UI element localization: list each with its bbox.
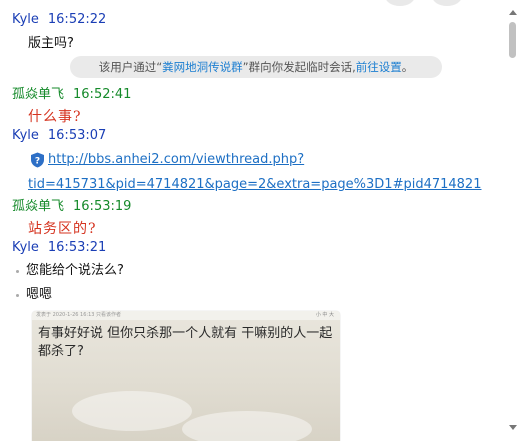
message-header: 孤焱单飞 16:53:19	[12, 199, 131, 215]
notice-settings-link[interactable]: 前往设置	[356, 60, 402, 74]
image-header-bar: 发表于 2020-1-26 16:13 只看该作者 小 中 大	[32, 311, 340, 320]
sender-name[interactable]: Kyle	[12, 128, 39, 143]
message-header: Kyle 16:53:07	[12, 128, 106, 144]
message-header: Kyle 16:52:22	[12, 12, 106, 28]
message-text: 站务区的?	[28, 221, 97, 237]
image-text: 有事好好说 但你只杀那一个人就有 干嘛别的人一起都杀了?	[38, 326, 333, 359]
message-header: Kyle 16:53:21	[12, 240, 106, 256]
shield-question-icon: ?	[31, 152, 44, 168]
message-text: 版主吗?	[28, 36, 74, 51]
image-header-size: 小 中 大	[315, 312, 334, 318]
window-control-button[interactable]	[432, 0, 462, 6]
message-time: 16:52:41	[73, 87, 132, 102]
message-time: 16:53:07	[47, 128, 107, 143]
bullet-dot	[16, 294, 19, 297]
image-cloud	[182, 411, 312, 441]
message-header: 孤焱单飞 16:52:41	[12, 87, 131, 103]
message-text: 什么事?	[28, 109, 82, 125]
sender-name[interactable]: 孤焱单飞	[12, 199, 64, 214]
svg-text:?: ?	[35, 157, 40, 167]
notice-middle: ”群向你发起临时会话,	[242, 60, 356, 74]
message-time: 16:52:22	[47, 12, 107, 27]
image-cloud	[72, 391, 192, 431]
message-link[interactable]: tid=415731&pid=4714821&page=2&extra=page…	[28, 176, 481, 194]
message-text: 嗯嗯	[26, 287, 53, 302]
notice-group-name[interactable]: 粪网地洞传说群	[162, 60, 243, 74]
notice-prefix: 该用户通过“	[98, 60, 163, 74]
sender-name[interactable]: Kyle	[12, 12, 39, 27]
message-link[interactable]: http://bbs.anhei2.com/viewthread.php?	[48, 151, 304, 169]
triangle-up-icon[interactable]	[509, 10, 517, 15]
sender-name[interactable]: 孤焱单飞	[12, 87, 64, 102]
message-text: 您能给个说法么?	[26, 263, 124, 278]
triangle-down-icon[interactable]	[509, 425, 517, 430]
notice-suffix: 。	[401, 60, 414, 74]
bullet-dot	[16, 270, 19, 273]
system-notice: 该用户通过“粪网地洞传说群”群向你发起临时会话,前往设置。	[70, 56, 442, 78]
message-time: 16:53:19	[73, 199, 132, 214]
chat-window: Kyle 16:52:22 版主吗? 该用户通过“粪网地洞传说群”群向你发起临时会…	[0, 0, 523, 441]
image-preview[interactable]: 发表于 2020-1-26 16:13 只看该作者 小 中 大 有事好好说 但你…	[32, 311, 340, 441]
scrollbar[interactable]	[503, 0, 523, 441]
scrollbar-thumb[interactable]	[509, 22, 516, 58]
image-header-meta: 发表于 2020-1-26 16:13 只看该作者	[36, 312, 122, 318]
message-time: 16:53:21	[47, 240, 107, 255]
sender-name[interactable]: Kyle	[12, 240, 39, 255]
window-control-button[interactable]	[385, 0, 415, 6]
